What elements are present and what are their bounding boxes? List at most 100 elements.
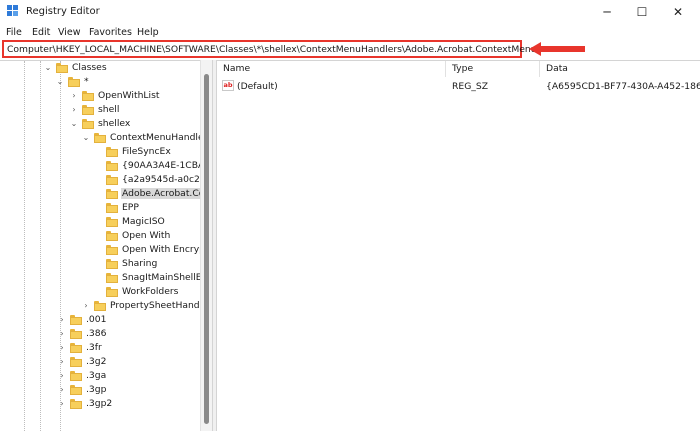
chevron-right-icon[interactable]: › [58, 315, 66, 325]
tree-item-386[interactable]: › .386 [0, 327, 200, 342]
tree-label: .001 [86, 314, 107, 325]
menu-edit[interactable]: Edit [32, 27, 50, 38]
folder-icon [82, 119, 94, 129]
folder-icon [70, 399, 82, 409]
close-button[interactable]: ✕ [664, 2, 692, 22]
menu-view[interactable]: View [58, 27, 81, 38]
tree-label: {90AA3A4E-1CBA- [122, 160, 208, 171]
menu-bar: File Edit View Favorites Help [0, 24, 700, 40]
tree-item-classes[interactable]: ⌄ Classes [0, 61, 200, 76]
tree-item-shellex[interactable]: ⌄ shellex [0, 117, 200, 132]
chevron-down-icon[interactable]: ⌄ [82, 133, 90, 143]
address-bar[interactable]: Computer\HKEY_LOCAL_MACHINE\SOFTWARE\Cla… [2, 40, 537, 58]
tree-item-sharing[interactable]: Sharing [0, 257, 200, 272]
folder-icon [106, 217, 118, 227]
tree-label: PropertySheetHandle [110, 300, 208, 311]
red-arrow-icon [529, 42, 585, 56]
folder-icon [106, 259, 118, 269]
tree-item-propertysheethandlers[interactable]: › PropertySheetHandle [0, 299, 208, 314]
tree-item-snagit[interactable]: SnagItMainShellEx [0, 271, 207, 286]
tree-label: WorkFolders [122, 286, 179, 297]
folder-icon [94, 301, 106, 311]
chevron-right-icon[interactable]: › [58, 329, 66, 339]
tree-item-asterisk[interactable]: ⌄ * [0, 75, 200, 90]
tree-label: .3fr [86, 342, 102, 353]
tree-item-epp[interactable]: EPP [0, 201, 200, 216]
tree-item-openwithlist[interactable]: › OpenWithList [0, 89, 200, 104]
value-name: (Default) [237, 81, 278, 92]
tree-item-3fr[interactable]: › .3fr [0, 341, 200, 356]
tree-label: * [84, 76, 89, 87]
tree-item-adobe-acrobat[interactable]: Adobe.Acrobat.Co [0, 187, 206, 202]
tree-item-guid-90aa[interactable]: {90AA3A4E-1CBA- [0, 159, 207, 174]
tree-item-filesyncex[interactable]: FileSyncEx [0, 145, 200, 160]
key-tree[interactable]: ⌄ Classes ⌄ * › OpenWithList › shell ⌄ s… [0, 60, 212, 431]
tree-label: {a2a9545d-a0c2-42 [122, 174, 212, 185]
tree-label: ContextMenuHandlers [110, 132, 212, 143]
folder-icon [70, 343, 82, 353]
chevron-down-icon[interactable]: ⌄ [44, 63, 52, 73]
folder-icon [82, 105, 94, 115]
chevron-right-icon[interactable]: › [82, 301, 90, 311]
tree-item-open-with[interactable]: Open With [0, 229, 200, 244]
minimize-button[interactable]: ─ [593, 2, 621, 22]
folder-icon [70, 329, 82, 339]
chevron-down-icon[interactable]: ⌄ [70, 119, 78, 129]
maximize-button[interactable]: ☐ [628, 2, 656, 22]
tree-item-shell[interactable]: › shell [0, 103, 200, 118]
tree-item-3ga[interactable]: › .3ga [0, 369, 200, 384]
tree-label: Open With Encryp [122, 244, 205, 255]
chevron-right-icon[interactable]: › [58, 371, 66, 381]
tree-item-contextmenuhandlers[interactable]: ⌄ ContextMenuHandlers [0, 131, 212, 146]
chevron-down-icon[interactable]: ⌄ [56, 77, 64, 87]
chevron-right-icon[interactable]: › [70, 105, 78, 115]
tree-item-001[interactable]: › .001 [0, 313, 200, 328]
column-header-name[interactable]: Name [217, 61, 446, 77]
tree-label: SnagItMainShellEx [122, 272, 208, 283]
folder-icon [106, 287, 118, 297]
value-type: REG_SZ [452, 81, 489, 92]
tree-item-3gp[interactable]: › .3gp [0, 383, 200, 398]
tree-item-3gp2[interactable]: › .3gp2 [0, 397, 200, 412]
column-header-data[interactable]: Data [540, 61, 700, 77]
tree-label: shell [98, 104, 120, 115]
chevron-right-icon[interactable]: › [58, 357, 66, 367]
tree-label: .3gp2 [86, 398, 113, 409]
folder-icon [68, 77, 80, 87]
title-bar: Registry Editor ─ ☐ ✕ [0, 0, 700, 24]
window-title: Registry Editor [26, 6, 100, 17]
folder-icon [94, 133, 106, 143]
folder-icon [82, 91, 94, 101]
values-list[interactable]: Name Type Data ab (Default) REG_SZ {A659… [217, 60, 700, 431]
value-data: {A6595CD1-BF77-430A-A452-186966 [546, 81, 700, 92]
tree-item-magiciso[interactable]: MagicISO [0, 215, 200, 230]
tree-label: shellex [98, 118, 131, 129]
menu-favorites[interactable]: Favorites [89, 27, 132, 38]
menu-help[interactable]: Help [137, 27, 159, 38]
tree-item-3g2[interactable]: › .3g2 [0, 355, 200, 370]
tree-item-guid-a2a9[interactable]: {a2a9545d-a0c2-42 [0, 173, 212, 188]
tree-label: .3ga [86, 370, 107, 381]
scrollbar-thumb[interactable] [204, 74, 209, 424]
tree-scrollbar[interactable] [200, 60, 212, 431]
chevron-right-icon[interactable]: › [58, 399, 66, 409]
tree-label: Open With [122, 230, 171, 241]
folder-icon [56, 63, 68, 73]
folder-icon [70, 315, 82, 325]
tree-label: FileSyncEx [122, 146, 171, 157]
chevron-right-icon[interactable]: › [70, 91, 78, 101]
registry-editor-icon [7, 5, 20, 18]
folder-icon [106, 245, 118, 255]
tree-item-workfolders[interactable]: WorkFolders [0, 285, 200, 300]
chevron-right-icon[interactable]: › [58, 343, 66, 353]
chevron-right-icon[interactable]: › [58, 385, 66, 395]
folder-icon [106, 189, 118, 199]
tree-label: .386 [86, 328, 107, 339]
menu-file[interactable]: File [6, 27, 22, 38]
tree-item-open-with-encrypt[interactable]: Open With Encryp [0, 243, 205, 258]
tree-label: Adobe.Acrobat.Co [121, 188, 206, 199]
column-header-type[interactable]: Type [446, 61, 540, 77]
value-row-default[interactable]: ab (Default) REG_SZ {A6595CD1-BF77-430A-… [217, 79, 700, 94]
folder-icon [106, 231, 118, 241]
folder-icon [106, 147, 118, 157]
